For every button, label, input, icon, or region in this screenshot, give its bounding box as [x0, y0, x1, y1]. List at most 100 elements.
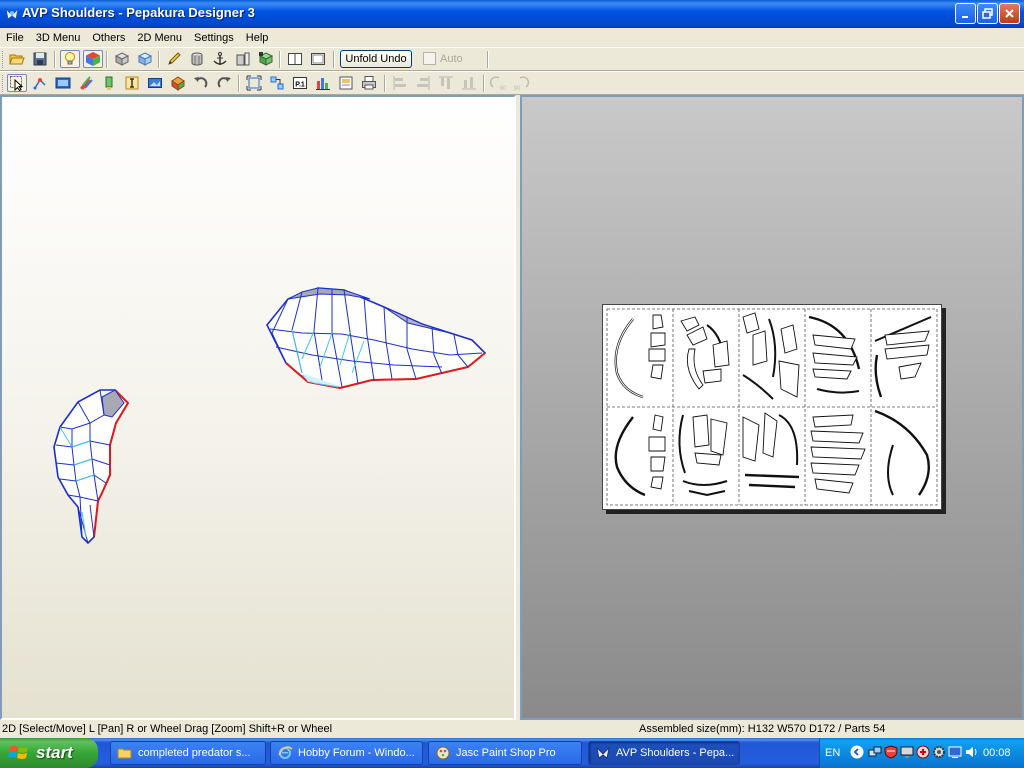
- pin-button[interactable]: [99, 74, 119, 92]
- open-folder-icon: [9, 54, 25, 65]
- edge-edit-button[interactable]: [164, 50, 184, 68]
- restore-button[interactable]: [977, 3, 998, 24]
- align-top-icon: [439, 76, 453, 89]
- taskbar-item-forum[interactable]: Hobby Forum - Windo...: [270, 741, 423, 765]
- 3d-view-pane[interactable]: [0, 95, 516, 720]
- anchor-button[interactable]: [210, 50, 230, 68]
- shoulder-model-lower[interactable]: [53, 389, 130, 545]
- align-bottom-button[interactable]: [459, 74, 479, 92]
- rotate-left-button[interactable]: [191, 74, 211, 92]
- cube-split-icon: [236, 52, 250, 66]
- shaded-view-button[interactable]: [112, 50, 132, 68]
- rotate-90-icon: 90: [489, 76, 507, 91]
- settings-gear-icon[interactable]: [932, 745, 946, 759]
- print-button[interactable]: [359, 74, 379, 92]
- menu-help[interactable]: Help: [240, 32, 275, 44]
- 2d-view-pane[interactable]: [520, 95, 1024, 720]
- taskbar-item-folder[interactable]: completed predator s...: [110, 741, 266, 765]
- clock[interactable]: 00:08: [983, 747, 1011, 759]
- single-pane-button[interactable]: [285, 50, 305, 68]
- shape-3d-icon: [171, 76, 185, 91]
- cube-green-icon: [258, 52, 274, 66]
- shoulder-model-upper[interactable]: [266, 287, 487, 390]
- monitor-icon[interactable]: [900, 745, 914, 759]
- paint-icon: [80, 76, 93, 90]
- toolbar-grip[interactable]: [2, 75, 6, 92]
- rotate-ccw-90-button[interactable]: 90: [511, 74, 531, 92]
- split-pane-button[interactable]: [308, 50, 328, 68]
- rotate-right-button[interactable]: [214, 74, 234, 92]
- pepakura-app-icon[interactable]: [4, 6, 20, 22]
- align-top-button[interactable]: [436, 74, 456, 92]
- unfold-undo-button[interactable]: Unfold Undo: [340, 50, 412, 68]
- unfolded-page-sheet[interactable]: [602, 304, 942, 510]
- unfolded-parts-canvas[interactable]: [603, 305, 941, 509]
- pencil-icon: [168, 52, 181, 65]
- display-settings-icon[interactable]: [948, 745, 962, 759]
- open-button[interactable]: [7, 50, 27, 68]
- menu-3d[interactable]: 3D Menu: [30, 32, 87, 44]
- main-toolbar: Unfold Undo Auto: [0, 47, 1024, 71]
- language-indicator[interactable]: EN: [825, 747, 840, 759]
- align-left-button[interactable]: [390, 74, 410, 92]
- layout-tiles-button[interactable]: [313, 74, 333, 92]
- text-tool-button[interactable]: [122, 74, 142, 92]
- close-button[interactable]: [999, 3, 1020, 24]
- network-icon[interactable]: [868, 745, 882, 759]
- box-textured-icon: [137, 52, 153, 66]
- menu-others[interactable]: Others: [86, 32, 131, 44]
- taskbar-item-pepakura[interactable]: AVP Shoulders - Pepa...: [588, 741, 740, 765]
- edit-node-button[interactable]: [30, 74, 50, 92]
- menu-file[interactable]: File: [0, 32, 30, 44]
- arrange-icon: [270, 76, 284, 90]
- print-preview-button[interactable]: [336, 74, 356, 92]
- image-tool-button[interactable]: [145, 74, 165, 92]
- texture-toggle-button[interactable]: [83, 50, 103, 68]
- title-bar: AVP Shoulders - Pepakura Designer 3: [0, 0, 1024, 28]
- antivirus-icon[interactable]: [916, 745, 930, 759]
- auto-checkbox[interactable]: Auto: [423, 52, 463, 65]
- split-pane-icon: [311, 53, 325, 65]
- volume-icon[interactable]: [964, 745, 978, 759]
- status-assembled-size: Assembled size(mm): H132 W570 D172 / Par…: [639, 723, 886, 735]
- film-strip-icon: [55, 77, 71, 89]
- film-strip-button[interactable]: [53, 74, 73, 92]
- align-right-button[interactable]: [413, 74, 433, 92]
- taskbar: start completed predator s... Hobby Foru…: [0, 738, 1024, 768]
- minimize-button[interactable]: [955, 3, 976, 24]
- lightbulb-icon: [65, 52, 75, 65]
- image-icon: [148, 78, 162, 88]
- menu-2d[interactable]: 2D Menu: [131, 32, 188, 44]
- minimize-icon: [962, 16, 968, 18]
- cylinder-button[interactable]: [187, 50, 207, 68]
- textured-view-button[interactable]: [135, 50, 155, 68]
- 3d-model-canvas[interactable]: [2, 97, 514, 718]
- tray-expand-icon[interactable]: [850, 745, 864, 759]
- pin-icon: [105, 76, 113, 90]
- fit-page-button[interactable]: [244, 74, 264, 92]
- paint-button[interactable]: [76, 74, 96, 92]
- unfolded-parts[interactable]: [614, 312, 932, 497]
- close-icon: [1005, 9, 1014, 18]
- menu-settings[interactable]: Settings: [188, 32, 240, 44]
- psp-icon: [436, 746, 450, 760]
- auto-checkbox-box[interactable]: [423, 52, 436, 65]
- status-bar: 2D [Select/Move] L [Pan] R or Wheel Drag…: [0, 720, 1024, 738]
- taskbar-item-paintshop[interactable]: Jasc Paint Shop Pro: [428, 741, 582, 765]
- toolbar-separator: [487, 51, 489, 68]
- select-tool-button[interactable]: [7, 74, 27, 92]
- light-toggle-button[interactable]: [60, 50, 80, 68]
- rotate-90-button[interactable]: 90: [488, 74, 508, 92]
- cube-split-button[interactable]: [233, 50, 253, 68]
- save-button[interactable]: [30, 50, 50, 68]
- taskbar-item-label: Jasc Paint Shop Pro: [456, 747, 556, 759]
- arrange-button[interactable]: [267, 74, 287, 92]
- toolbar-grip[interactable]: [2, 51, 6, 68]
- toolbar-separator: [483, 75, 485, 92]
- security-shield-icon[interactable]: [884, 745, 898, 759]
- start-button[interactable]: start: [0, 738, 98, 768]
- page-number-button[interactable]: P.1: [290, 74, 310, 92]
- cube-green-button[interactable]: [256, 50, 276, 68]
- shape-3d-button[interactable]: [168, 74, 188, 92]
- align-right-icon: [417, 76, 430, 90]
